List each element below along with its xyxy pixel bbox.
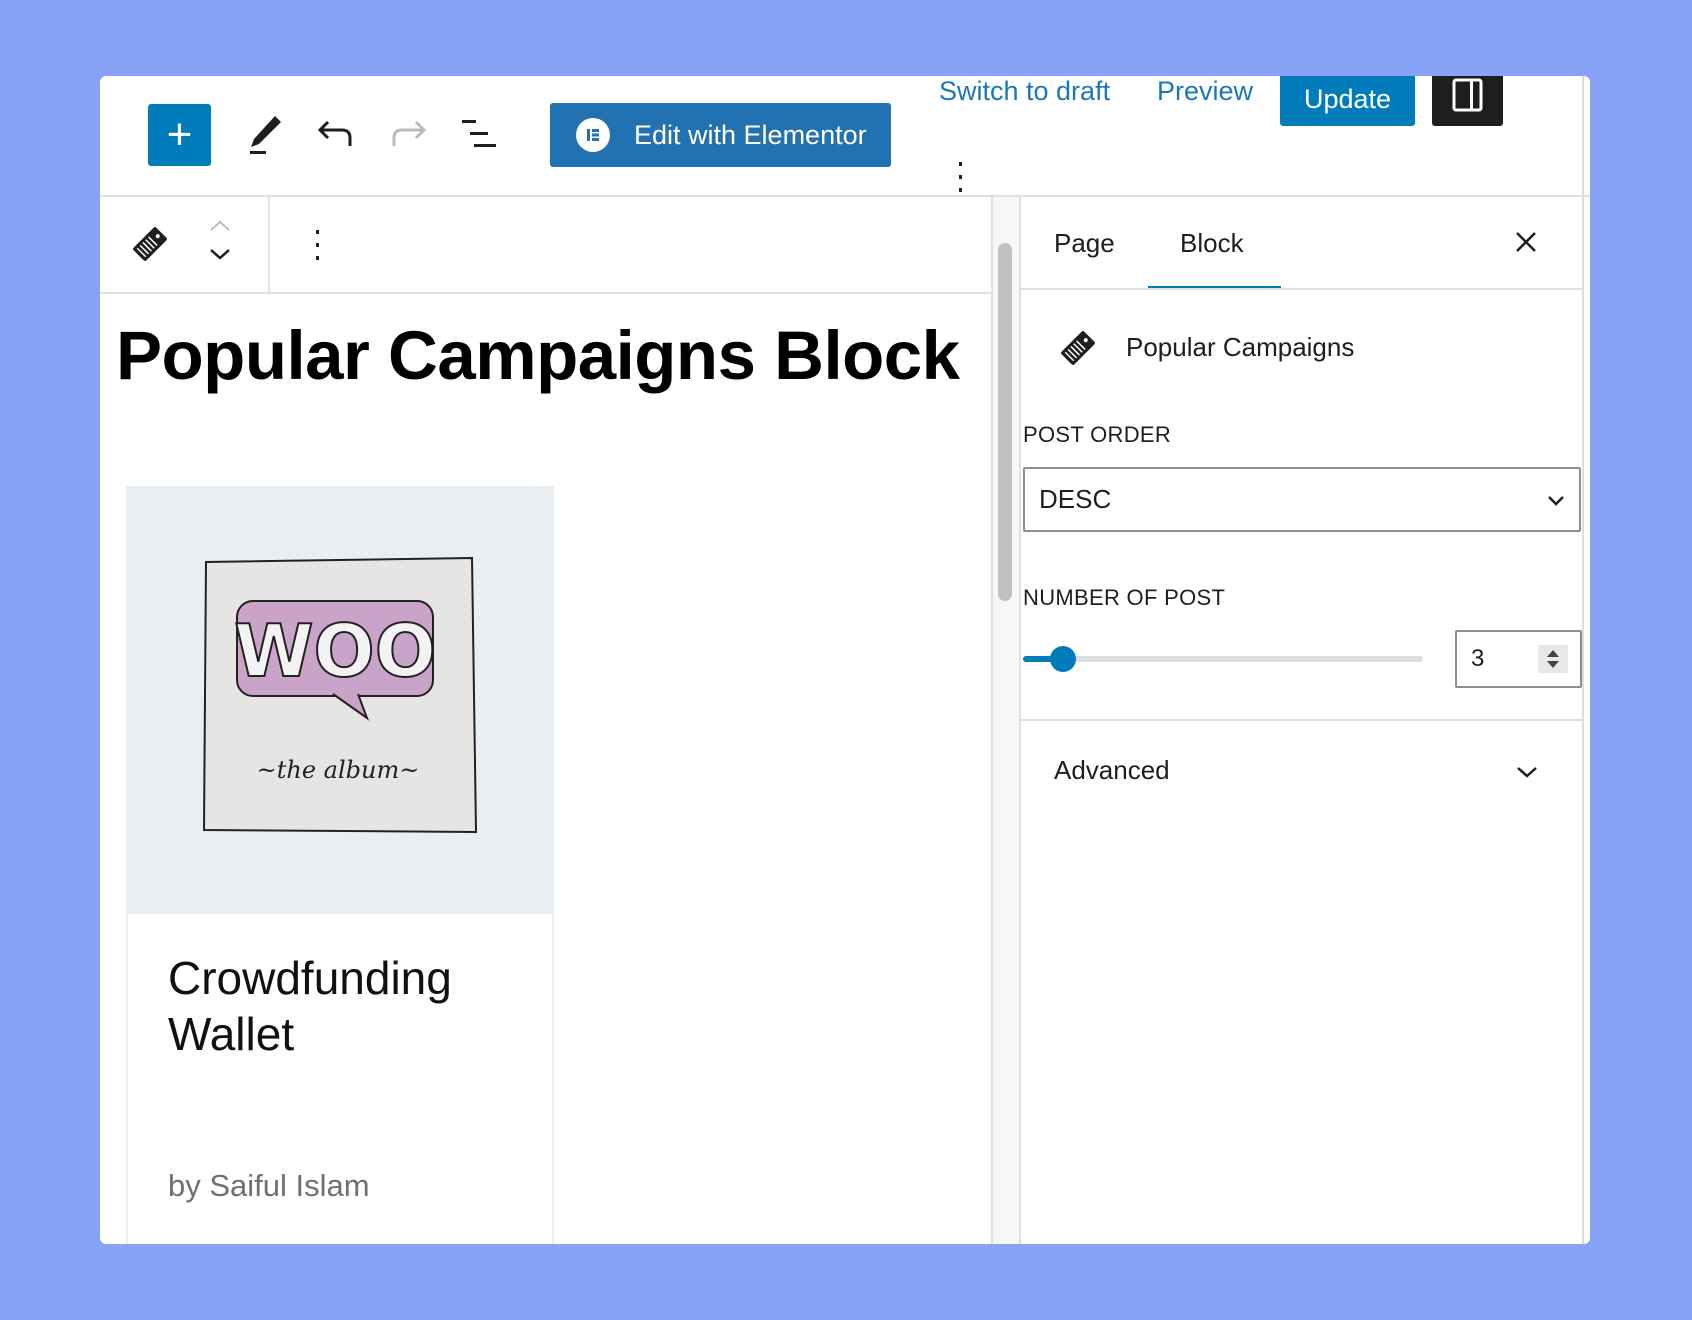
number-of-post-slider[interactable]	[1023, 646, 1423, 672]
number-of-post-value: 3	[1471, 645, 1485, 672]
spinner-arrows-icon	[1547, 650, 1559, 668]
elementor-label: Edit with Elementor	[634, 119, 867, 150]
switch-to-draft-link[interactable]: Switch to draft	[939, 76, 1110, 107]
campaign-author: by Saiful Islam	[168, 1168, 370, 1203]
page-title[interactable]: Popular Campaigns Block	[116, 316, 960, 395]
move-down-icon[interactable]	[208, 248, 232, 262]
more-options-icon[interactable]	[957, 162, 965, 199]
settings-toggle-button[interactable]	[1432, 76, 1503, 126]
campaign-card[interactable]: WOO ~the album~ Crowdfunding Wallet by S…	[126, 486, 554, 1244]
slider-track	[1023, 656, 1423, 662]
tab-page[interactable]: Page	[1054, 228, 1115, 259]
editor-window: + Edit with Elementor Switch to draft Pr…	[100, 76, 1590, 1244]
campaign-block-icon	[1056, 326, 1100, 370]
advanced-label: Advanced	[1054, 755, 1170, 785]
elementor-icon	[576, 118, 610, 152]
advanced-panel-toggle[interactable]: Advanced	[1021, 722, 1582, 822]
chevron-down-icon	[1517, 767, 1537, 778]
campaign-block-icon[interactable]	[128, 222, 172, 266]
block-options-icon[interactable]	[314, 230, 322, 267]
campaign-title[interactable]: Crowdfunding Wallet	[168, 950, 452, 1062]
post-order-select[interactable]: DESC	[1023, 467, 1581, 532]
add-block-button[interactable]: +	[148, 104, 211, 166]
move-up-icon[interactable]	[208, 218, 232, 232]
sidebar-panel-icon	[1452, 78, 1483, 112]
campaign-title-line: Crowdfunding	[168, 952, 452, 1004]
slider-thumb[interactable]	[1050, 646, 1076, 672]
close-icon[interactable]	[1514, 230, 1538, 254]
number-spinner[interactable]	[1538, 645, 1568, 673]
preview-link[interactable]: Preview	[1157, 76, 1253, 107]
post-order-value: DESC	[1039, 484, 1112, 514]
undo-icon[interactable]	[316, 116, 356, 152]
edit-with-elementor-button[interactable]: Edit with Elementor	[550, 103, 891, 167]
update-button[interactable]: Update	[1280, 76, 1415, 126]
campaign-title-line: Wallet	[168, 1008, 295, 1060]
list-view-icon[interactable]	[460, 118, 500, 150]
number-of-post-input[interactable]: 3	[1455, 630, 1582, 688]
number-of-post-label: NUMBER OF POST	[1023, 585, 1226, 610]
svg-text:~the album~: ~the album~	[257, 756, 420, 784]
tab-block[interactable]: Block	[1180, 228, 1244, 259]
post-order-label: POST ORDER	[1023, 422, 1172, 447]
svg-text:WOO: WOO	[234, 609, 436, 693]
chevron-down-icon	[1548, 496, 1564, 506]
pencil-icon[interactable]	[245, 112, 285, 156]
redo-icon[interactable]	[388, 116, 428, 152]
content-scrollbar-thumb[interactable]	[998, 243, 1012, 601]
block-name: Popular Campaigns	[1126, 332, 1355, 362]
campaign-image: WOO ~the album~	[128, 488, 552, 914]
